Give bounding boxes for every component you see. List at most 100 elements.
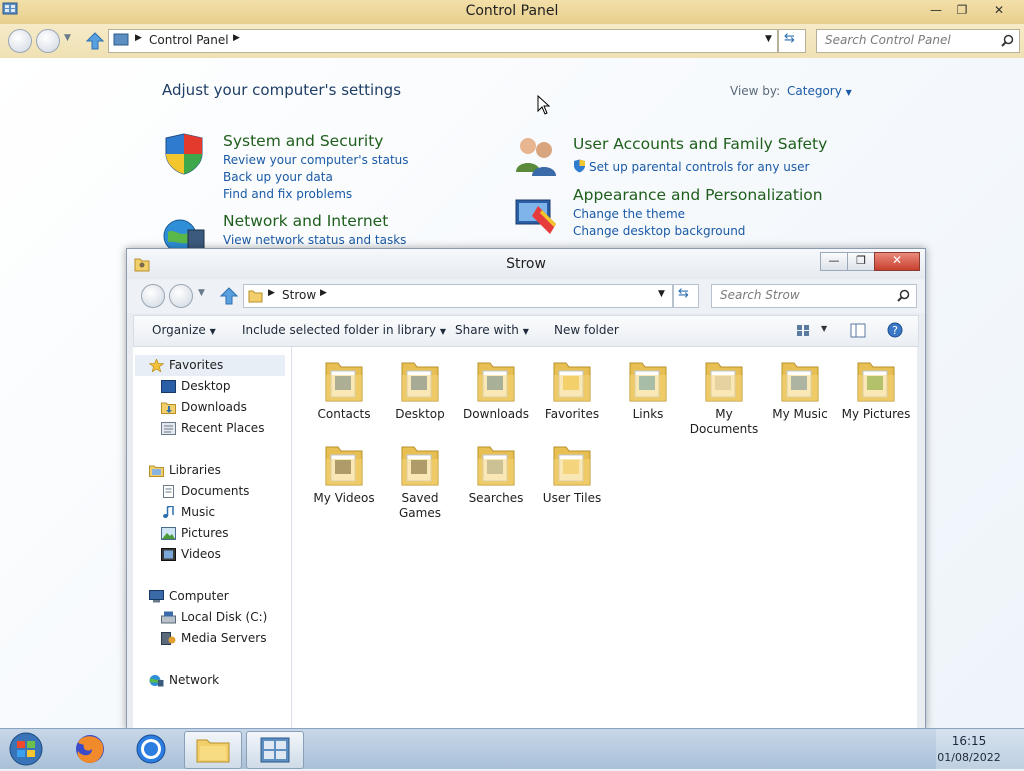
folder-saved-games[interactable]: Saved Games	[382, 439, 458, 521]
sidebar-item-downloads[interactable]: Downloads	[153, 397, 283, 418]
up-arrow-icon[interactable]	[86, 31, 104, 51]
my-music-folder-icon	[778, 355, 822, 405]
back-button[interactable]	[8, 29, 32, 53]
link-view-network-status[interactable]: View network status and tasks	[223, 233, 406, 247]
organize-label: Organize	[152, 323, 206, 337]
folder-my-music[interactable]: My Music	[762, 355, 838, 422]
folder-my-videos[interactable]: My Videos	[306, 439, 382, 506]
category-appearance[interactable]: Appearance and Personalization	[573, 186, 823, 204]
sidebar-item-music[interactable]: Music	[153, 502, 283, 523]
mouse-cursor-icon	[537, 95, 551, 115]
sidebar-item-desktop[interactable]: Desktop	[153, 376, 283, 397]
link-find-fix-problems[interactable]: Find and fix problems	[223, 187, 352, 201]
user-folder-small-icon	[248, 290, 263, 303]
folder-contacts[interactable]: Contacts	[306, 355, 382, 422]
sidebar-item-recent-places[interactable]: Recent Places	[153, 418, 283, 439]
firefox-icon	[76, 735, 104, 763]
sidebar-item-label: Music	[181, 505, 216, 519]
category-user-accounts[interactable]: User Accounts and Family Safety	[573, 135, 827, 153]
folder-user-tiles[interactable]: User Tiles	[534, 439, 610, 506]
view-options-chevron-down-icon[interactable]: ▼	[821, 324, 827, 333]
favorites-header[interactable]: Favorites	[135, 355, 285, 376]
include-in-library-menu[interactable]: Include selected folder in library ▼	[242, 323, 446, 337]
address-bar[interactable]: ▶ Strow ▶ ▼	[243, 284, 673, 308]
address-dropdown-icon[interactable]: ▼	[658, 289, 665, 299]
link-change-background[interactable]: Change desktop background	[573, 224, 745, 238]
folder-downloads[interactable]: Downloads	[458, 355, 534, 422]
taskbar-file-explorer[interactable]	[184, 731, 242, 769]
minimize-button[interactable]: —	[923, 2, 949, 18]
link-review-status[interactable]: Review your computer's status	[223, 153, 409, 167]
folder-my-pictures[interactable]: My Pictures	[838, 355, 914, 422]
change-view-icon[interactable]	[796, 324, 810, 337]
breadcrumb[interactable]: Strow	[282, 288, 316, 302]
forward-button[interactable]	[36, 29, 60, 53]
back-button[interactable]	[141, 284, 165, 308]
breadcrumb-separator-icon: ▶	[268, 288, 275, 298]
minimize-button[interactable]: —	[820, 252, 848, 271]
address-bar[interactable]: ▶ Control Panel ▶ ▼	[108, 29, 778, 53]
control-panel-navbar: ▼ ▶ Control Panel ▶ ▼ ⇆ Search Control P…	[0, 24, 1024, 58]
share-with-menu[interactable]: Share with ▼	[455, 323, 529, 337]
refresh-button[interactable]: ⇆	[778, 29, 806, 53]
sidebar-item-documents[interactable]: Documents	[153, 481, 283, 502]
user-tiles-folder-icon	[550, 439, 594, 489]
link-back-up-data[interactable]: Back up your data	[223, 170, 333, 184]
taskbar-chrome[interactable]	[124, 731, 180, 767]
category-network-internet[interactable]: Network and Internet	[223, 212, 388, 230]
explorer-window: Strow — ❐ ✕ ▼ ▶ Strow ▶ ▼ ⇆ Search Strow…	[126, 248, 926, 730]
folder-favorites[interactable]: Favorites	[534, 355, 610, 422]
up-arrow-icon[interactable]	[220, 286, 238, 306]
taskbar-control-panel[interactable]	[246, 731, 304, 769]
close-button[interactable]: ✕	[874, 252, 920, 271]
recent-pages-chevron-icon[interactable]: ▼	[198, 288, 205, 298]
search-input[interactable]: Search Strow	[711, 284, 917, 308]
computer-header[interactable]: Computer	[135, 586, 285, 607]
organize-menu[interactable]: Organize ▼	[152, 323, 216, 337]
shield-icon[interactable]	[162, 132, 206, 176]
sidebar-item-media-servers[interactable]: Media Servers	[153, 628, 283, 649]
maximize-button[interactable]: ❐	[949, 2, 975, 18]
users-icon[interactable]	[514, 134, 558, 178]
close-button[interactable]: ✕	[986, 2, 1012, 18]
media-server-icon	[161, 632, 176, 645]
sidebar-item-pictures[interactable]: Pictures	[153, 523, 283, 544]
link-change-theme[interactable]: Change the theme	[573, 207, 685, 221]
breadcrumb-chevron-icon[interactable]: ▶	[233, 33, 240, 43]
search-icon[interactable]	[1001, 34, 1014, 47]
searches-folder-icon	[474, 439, 518, 489]
computer-icon	[149, 590, 164, 603]
folder-links[interactable]: Links	[610, 355, 686, 422]
new-folder-button[interactable]: New folder	[554, 323, 619, 337]
sidebar-item-videos[interactable]: Videos	[153, 544, 283, 565]
address-dropdown-icon[interactable]: ▼	[765, 34, 772, 44]
view-by-dropdown[interactable]: Category ▼	[787, 84, 852, 98]
folder-searches[interactable]: Searches	[458, 439, 534, 506]
refresh-button[interactable]: ⇆	[673, 284, 699, 308]
folder-label: Searches	[468, 491, 524, 505]
preview-pane-icon[interactable]	[850, 323, 866, 338]
appearance-monitor-icon[interactable]	[514, 194, 558, 238]
view-by-chevron-down-icon: ▼	[845, 88, 852, 97]
help-icon[interactable]: ?	[887, 322, 903, 338]
network-header[interactable]: Network	[135, 670, 285, 691]
category-system-security[interactable]: System and Security	[223, 132, 383, 150]
libraries-header[interactable]: Libraries	[135, 460, 285, 481]
taskbar-firefox[interactable]	[62, 731, 118, 767]
search-input[interactable]: Search Control Panel	[816, 29, 1020, 53]
folder-my-documents[interactable]: My Documents	[686, 355, 762, 437]
start-button[interactable]	[6, 731, 46, 767]
breadcrumb-chevron-icon[interactable]: ▶	[320, 288, 327, 298]
folder-label: Saved Games	[399, 491, 441, 520]
sidebar-item-local-disk[interactable]: Local Disk (C:)	[153, 607, 283, 628]
explorer-titlebar[interactable]: Strow — ❐ ✕	[127, 249, 925, 279]
search-icon[interactable]	[897, 289, 910, 302]
recent-pages-chevron-icon[interactable]: ▼	[64, 33, 71, 43]
folder-desktop[interactable]: Desktop	[382, 355, 458, 422]
breadcrumb[interactable]: Control Panel	[149, 33, 229, 47]
link-parental-controls[interactable]: Set up parental controls for any user	[589, 160, 809, 174]
maximize-button[interactable]: ❐	[847, 252, 875, 271]
control-panel-titlebar[interactable]: Control Panel — ❐ ✕	[0, 0, 1024, 24]
forward-button[interactable]	[169, 284, 193, 308]
system-clock[interactable]: 16:15 01/08/2022	[936, 729, 1024, 769]
